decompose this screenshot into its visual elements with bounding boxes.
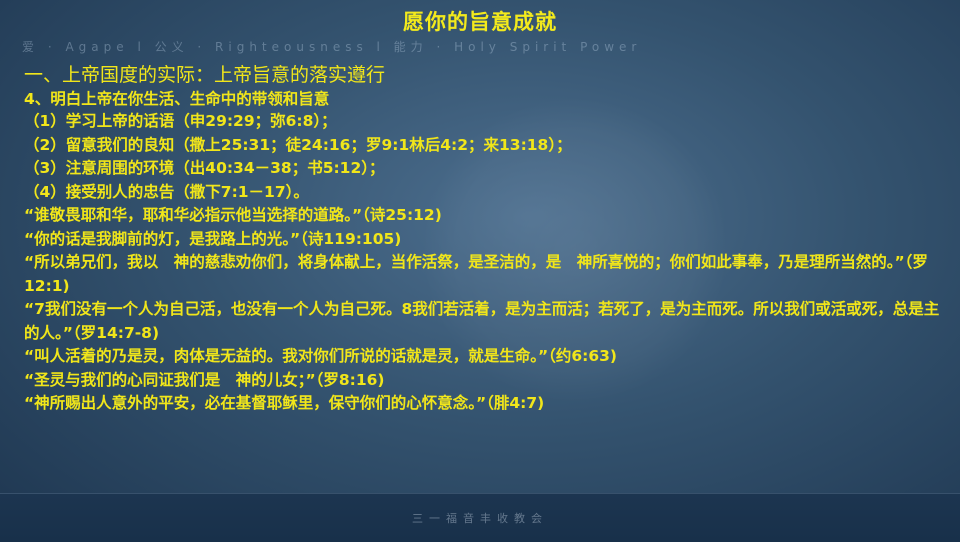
scripture-quote: “圣灵与我们的心同证我们是 神的儿女；”（罗8:16) <box>24 370 385 389</box>
footer-church-name: 三一福音丰收教会 <box>412 512 548 525</box>
banner-tagline: 爱 · Agape l 公义 · Righteousness l 能力 · Ho… <box>22 40 642 54</box>
scripture-quote: “7我们没有一个人为自己活，也没有一个人为自己死。8我们若活着，是为主而活；若死… <box>24 300 940 342</box>
subheading: 4、明白上帝在你生活、生命中的带领和旨意 <box>24 90 330 108</box>
list-item: （2）留意我们的良知（撒上25:31；徒24:16；罗9:1林后4:2；来13:… <box>24 135 572 154</box>
scripture-quote: “谁敬畏耶和华，耶和华必指示他当选择的道路。”（诗25:12) <box>24 206 442 224</box>
list-item: （3）注意周围的环境（出40:34－38；书5:12）； <box>24 159 385 177</box>
list-item: （1）学习上帝的话语（申29:29；弥6:8）； <box>24 112 337 130</box>
scripture-quote: “所以弟兄们，我以 神的慈悲劝你们，将身体献上，当作活祭，是圣洁的，是 神所喜悦… <box>24 253 928 295</box>
scripture-quote: “叫人活着的乃是灵，肉体是无益的。我对你们所说的话就是灵，就是生命。”（约6:6… <box>24 347 618 365</box>
slide-content: 一、上帝国度的实际：上帝旨意的落实遵行 4、明白上帝在你生活、生命中的带领和旨意… <box>24 62 944 416</box>
scripture-quote: “神所赐出人意外的平安，必在基督耶稣里，保守你们的心怀意念。”（腓4:7) <box>24 394 545 412</box>
slide-title: 愿你的旨意成就 <box>403 9 557 34</box>
section-title: 一、上帝国度的实际：上帝旨意的落实遵行 <box>24 64 386 86</box>
list-item: （4）接受别人的忠告（撒下7:1－17）。 <box>24 182 309 201</box>
scripture-quote: “你的话是我脚前的灯，是我路上的光。”（诗119:105) <box>24 229 402 248</box>
